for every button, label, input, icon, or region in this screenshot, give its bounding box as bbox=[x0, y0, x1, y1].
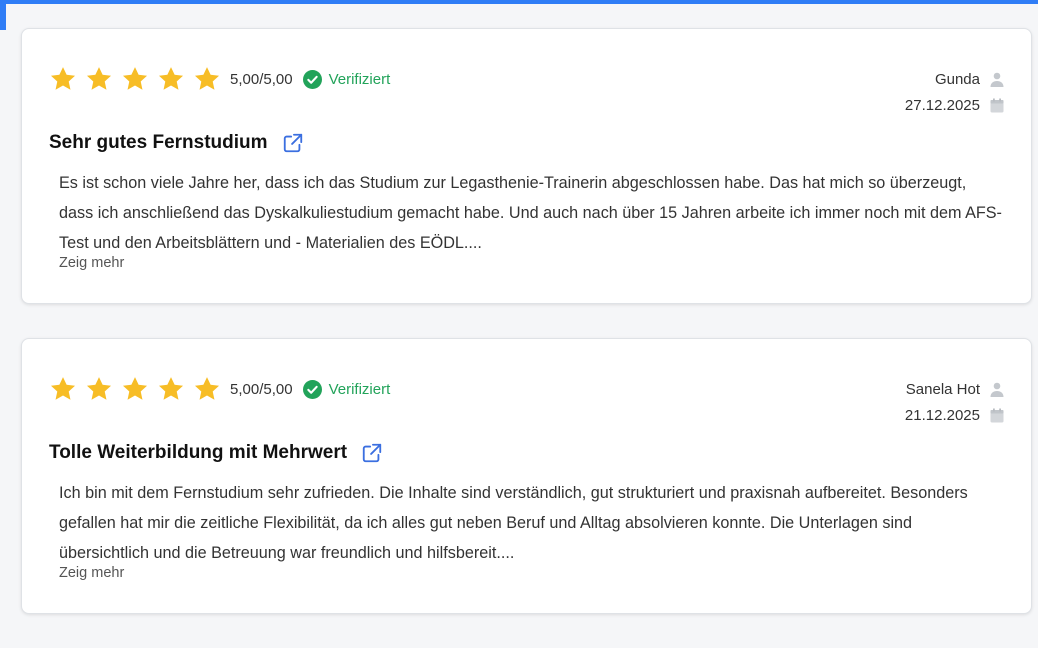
star-icon bbox=[122, 377, 148, 400]
star-icon bbox=[86, 67, 112, 90]
show-more-link[interactable]: Zeig mehr bbox=[59, 565, 124, 581]
external-link-icon[interactable] bbox=[361, 442, 383, 464]
calendar-icon bbox=[990, 98, 1004, 112]
rating-row: 5,00/5,00 Verifiziert bbox=[49, 64, 390, 94]
review-title: Tolle Weiterbildung mit Mehrwert bbox=[49, 442, 348, 463]
top-accent-bar bbox=[0, 0, 1038, 4]
user-icon bbox=[990, 72, 1004, 87]
author-line: Sanela Hot bbox=[905, 376, 1004, 402]
calendar-icon bbox=[990, 408, 1004, 422]
review-text: Ich bin mit dem Fernstudium sehr zufried… bbox=[59, 484, 968, 562]
review-meta: Sanela Hot 21.12.2025 bbox=[905, 376, 1004, 428]
verified-badge: Verifiziert bbox=[302, 69, 391, 89]
star-icon bbox=[50, 377, 76, 400]
review-card: 5,00/5,00 Verifiziert Sanela Hot 21.12.2… bbox=[21, 338, 1032, 614]
review-date: 27.12.2025 bbox=[904, 96, 980, 114]
review-list: 5,00/5,00 Verifiziert Gunda 27.12.2025 S… bbox=[21, 28, 1032, 648]
review-title: Sehr gutes Fernstudium bbox=[49, 132, 268, 153]
star-icon bbox=[50, 67, 76, 90]
author-name: Sanela Hot bbox=[905, 380, 980, 398]
rating-score: 5,00/5,00 bbox=[230, 380, 293, 398]
date-line: 21.12.2025 bbox=[905, 402, 1004, 428]
star-icon bbox=[194, 67, 220, 90]
top-accent-corner bbox=[0, 0, 6, 30]
review-text: Es ist schon viele Jahre her, dass ich d… bbox=[59, 174, 1002, 252]
star-icon bbox=[122, 67, 148, 90]
rating-row: 5,00/5,00 Verifiziert bbox=[49, 374, 390, 404]
review-date: 21.12.2025 bbox=[904, 406, 980, 424]
check-circle-icon bbox=[302, 69, 322, 89]
rating-score: 5,00/5,00 bbox=[230, 70, 293, 88]
star-rating bbox=[49, 65, 229, 93]
star-rating bbox=[49, 375, 229, 403]
user-icon bbox=[990, 382, 1004, 397]
review-card: 5,00/5,00 Verifiziert Gunda 27.12.2025 S… bbox=[21, 28, 1032, 304]
author-line: Gunda bbox=[905, 66, 1004, 92]
show-more-link[interactable]: Zeig mehr bbox=[59, 255, 124, 271]
check-circle-icon bbox=[302, 379, 322, 399]
verified-label: Verifiziert bbox=[328, 380, 391, 398]
review-title-row: Sehr gutes Fernstudium bbox=[49, 132, 304, 154]
author-name: Gunda bbox=[934, 70, 980, 88]
review-meta: Gunda 27.12.2025 bbox=[905, 66, 1004, 118]
star-icon bbox=[158, 377, 184, 400]
date-line: 27.12.2025 bbox=[905, 92, 1004, 118]
star-icon bbox=[158, 67, 184, 90]
verified-label: Verifiziert bbox=[328, 70, 391, 88]
star-icon bbox=[86, 377, 112, 400]
review-title-row: Tolle Weiterbildung mit Mehrwert bbox=[49, 442, 383, 464]
star-icon bbox=[194, 377, 220, 400]
verified-badge: Verifiziert bbox=[302, 379, 391, 399]
external-link-icon[interactable] bbox=[282, 132, 304, 154]
